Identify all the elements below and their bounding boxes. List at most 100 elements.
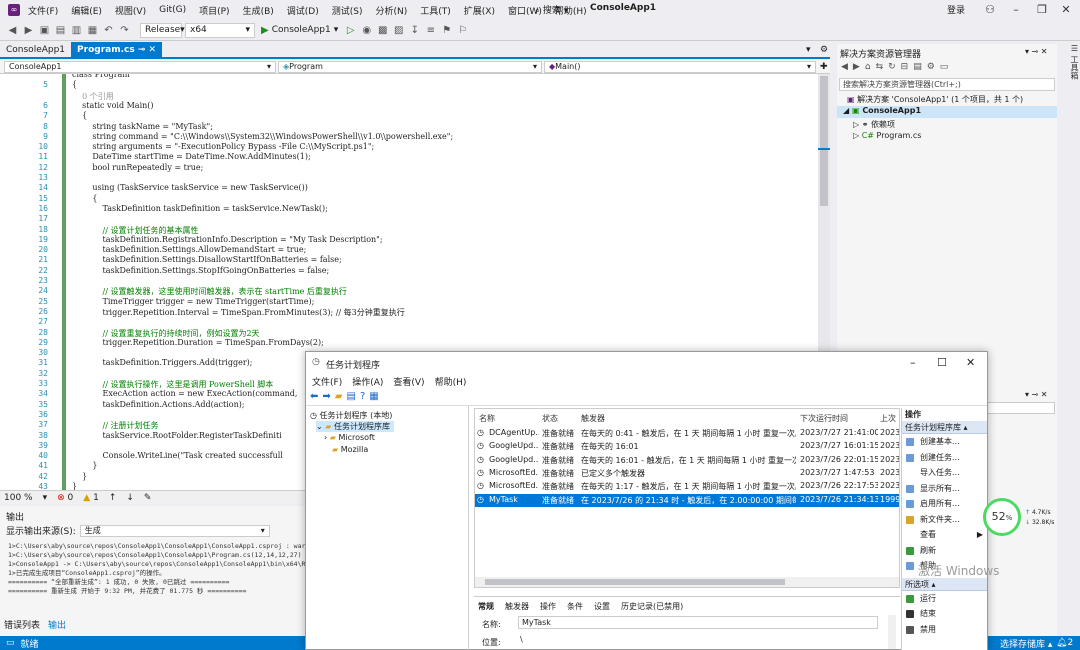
tab-consoleapp1[interactable]: ConsoleApp1 [0, 42, 71, 58]
action-view[interactable]: 查看 ▶ [902, 527, 987, 543]
menu-test[interactable]: 测试(S) [332, 4, 363, 17]
project-nav-select[interactable]: ConsoleApp1 ▾ [4, 60, 276, 73]
member-nav-select[interactable]: ◆Main() ▾ [544, 60, 816, 73]
tree-item-microsoft[interactable]: › ▰ Microsoft [324, 433, 375, 442]
action-enable-all[interactable]: 启用所有... [902, 496, 987, 512]
actions-section-library[interactable]: 任务计划程序库 ▴ [902, 421, 987, 434]
ts-menu-action[interactable]: 操作(A) [352, 375, 383, 388]
save-icon[interactable]: ▥ [70, 24, 83, 37]
error-count[interactable]: ⊗ 0 [57, 493, 73, 503]
minimize-button[interactable]: – [1008, 2, 1024, 18]
panel-options-icon[interactable]: ▾ ⊸ ✕ [1025, 47, 1048, 56]
ts-minimize-button[interactable]: – [910, 356, 916, 369]
menu-project[interactable]: 项目(P) [199, 4, 229, 17]
tab-output[interactable]: 输出 [48, 618, 66, 631]
pin-icon[interactable]: ⊸ [138, 45, 146, 55]
actions-section-selected[interactable]: 所选项 ▴ [902, 577, 987, 591]
action-end[interactable]: 结束 [902, 606, 987, 622]
ts-menu-help[interactable]: 帮助(H) [435, 375, 467, 388]
configuration-select[interactable]: Release ▾ [140, 22, 185, 38]
brush-icon[interactable]: ✎ [144, 493, 152, 503]
back-icon[interactable]: ⬅ [310, 391, 318, 402]
network-monitor-widget[interactable]: 52% ↑ 4.7K/s ↓ 32.8K/s [983, 498, 1078, 538]
tab-program-cs[interactable]: Program.cs ⊸ ✕ [71, 42, 163, 58]
chevron-down-icon[interactable]: ▾ [806, 45, 811, 55]
task-row[interactable]: GoogleUpd... 准备就绪 在每天的 16:01 - 触发后，在 1 天 期… [475, 454, 899, 467]
tree-item-solution[interactable]: ▣ 解决方案 'ConsoleApp1' (1 个项目，共 1 个) [847, 94, 1023, 105]
detail-scrollbar[interactable] [888, 615, 896, 649]
back-icon[interactable]: ◀ [841, 62, 848, 72]
forward-icon[interactable]: ▶ [22, 24, 35, 37]
action-create-task[interactable]: 创建任务... [902, 450, 987, 466]
login-link[interactable]: 登录 [947, 3, 965, 16]
properties-icon[interactable]: ⚙ [927, 62, 935, 72]
preview-icon[interactable]: ▭ [940, 62, 949, 72]
ts-close-button[interactable]: ✕ [966, 356, 975, 369]
account-icon[interactable]: ⚇ [982, 2, 998, 18]
forward-icon[interactable]: ▶ [853, 62, 860, 72]
close-icon[interactable]: ✕ [149, 45, 157, 55]
tree-item-dependencies[interactable]: ▷ ⚭ 依赖项 [853, 119, 895, 130]
source-control-button[interactable]: 选择存储库 ▴ [1000, 637, 1052, 650]
redo-icon[interactable]: ↷ [118, 24, 131, 37]
help-icon[interactable]: ? [360, 391, 365, 402]
class-nav-select[interactable]: ◈Program ▾ [278, 60, 542, 73]
task-row[interactable]: DCAgentUp... 准备就绪 在每天的 0:41 - 触发后，在 1 天 期间… [475, 427, 899, 440]
menu-extensions[interactable]: 扩展(X) [464, 4, 495, 17]
bookmark-next-icon[interactable]: ⚐ [456, 24, 469, 37]
folder-icon[interactable]: ▰ [335, 391, 343, 402]
tab-conditions[interactable]: 条件 [567, 601, 583, 612]
back-icon[interactable]: ◀ [6, 24, 19, 37]
action-disable[interactable]: 禁用 [902, 622, 987, 638]
ts-menu-file[interactable]: 文件(F) [312, 375, 342, 388]
col-name[interactable]: 名称 [479, 413, 495, 424]
menu-file[interactable]: 文件(F) [28, 4, 58, 17]
tab-actions[interactable]: 操作 [540, 601, 556, 612]
task-row[interactable]: MyTask 准备就绪在 2023/7/26 的 21:34 时 - 触发后，在 … [475, 493, 899, 507]
tree-item-root[interactable]: ◷ 任务计划程序 (本地) [310, 410, 392, 421]
platform-select[interactable]: x64 ▾ [185, 22, 255, 38]
sync-icon[interactable]: ⇆ [876, 62, 884, 72]
task-row[interactable]: MicrosoftEd... 准备就绪 已定义多个触发器 2023/7/27 1:47… [475, 467, 899, 480]
warning-count[interactable]: ▲ 1 [83, 493, 99, 503]
history-icon[interactable]: ↻ [888, 62, 896, 72]
run-button[interactable]: ▶ ConsoleApp1 ▾ [261, 25, 338, 36]
side-tool-strip[interactable]: ☰ 工具箱 [1060, 44, 1080, 104]
step-icon[interactable]: ↧ [408, 24, 421, 37]
menu-debug[interactable]: 调试(D) [287, 4, 319, 17]
tree-item-library[interactable]: ⌄ ▰ 任务计划程序库 [316, 421, 394, 432]
action-new-folder[interactable]: 新文件夹... [902, 512, 987, 528]
menu-build[interactable]: 生成(B) [243, 4, 274, 17]
open-icon[interactable]: ▤ [54, 24, 67, 37]
bookmark-icon[interactable]: ⚑ [440, 24, 453, 37]
col-next-run[interactable]: 下次运行时间 [800, 413, 848, 424]
action-show-all[interactable]: 显示所有... [902, 481, 987, 497]
tab-history[interactable]: 历史记录(已禁用) [621, 601, 683, 612]
tab-settings[interactable]: 设置 [594, 601, 610, 612]
action-create-basic[interactable]: 创建基本... [902, 434, 987, 450]
menu-tools[interactable]: 工具(T) [420, 4, 451, 17]
browser-link-icon[interactable]: ▨ [392, 24, 405, 37]
search-button[interactable]: ⌕ 搜索 ▾ [535, 3, 568, 16]
action-pane-icon[interactable]: ▦ [369, 391, 378, 402]
scroll-thumb[interactable] [820, 76, 828, 206]
action-refresh[interactable]: 刷新 [902, 543, 987, 559]
save-all-icon[interactable]: ▦ [86, 24, 99, 37]
show-all-icon[interactable]: ▤ [913, 62, 922, 72]
tree-item-program-cs[interactable]: ▷ C# Program.cs [853, 131, 921, 140]
tab-triggers[interactable]: 触发器 [505, 601, 529, 612]
console-tree-icon[interactable]: ▤ [346, 391, 355, 402]
zoom-level[interactable]: 100 % [4, 493, 33, 503]
scroll-thumb[interactable] [485, 579, 785, 585]
notifications-badge[interactable]: 🔔︎2 [1056, 638, 1073, 648]
new-project-icon[interactable]: ▣ [38, 24, 51, 37]
action-run[interactable]: 运行 [902, 591, 987, 607]
col-trigger[interactable]: 触发器 [581, 413, 605, 424]
diagnostics-icon[interactable]: ▩ [376, 24, 389, 37]
undo-icon[interactable]: ↶ [102, 24, 115, 37]
hot-reload-icon[interactable]: ◉ [360, 24, 373, 37]
home-icon[interactable]: ⌂ [865, 62, 871, 72]
forward-icon[interactable]: ➡ [322, 391, 330, 402]
action-import-task[interactable]: 导入任务... [902, 465, 987, 481]
split-icon[interactable]: ✚ [820, 62, 828, 72]
